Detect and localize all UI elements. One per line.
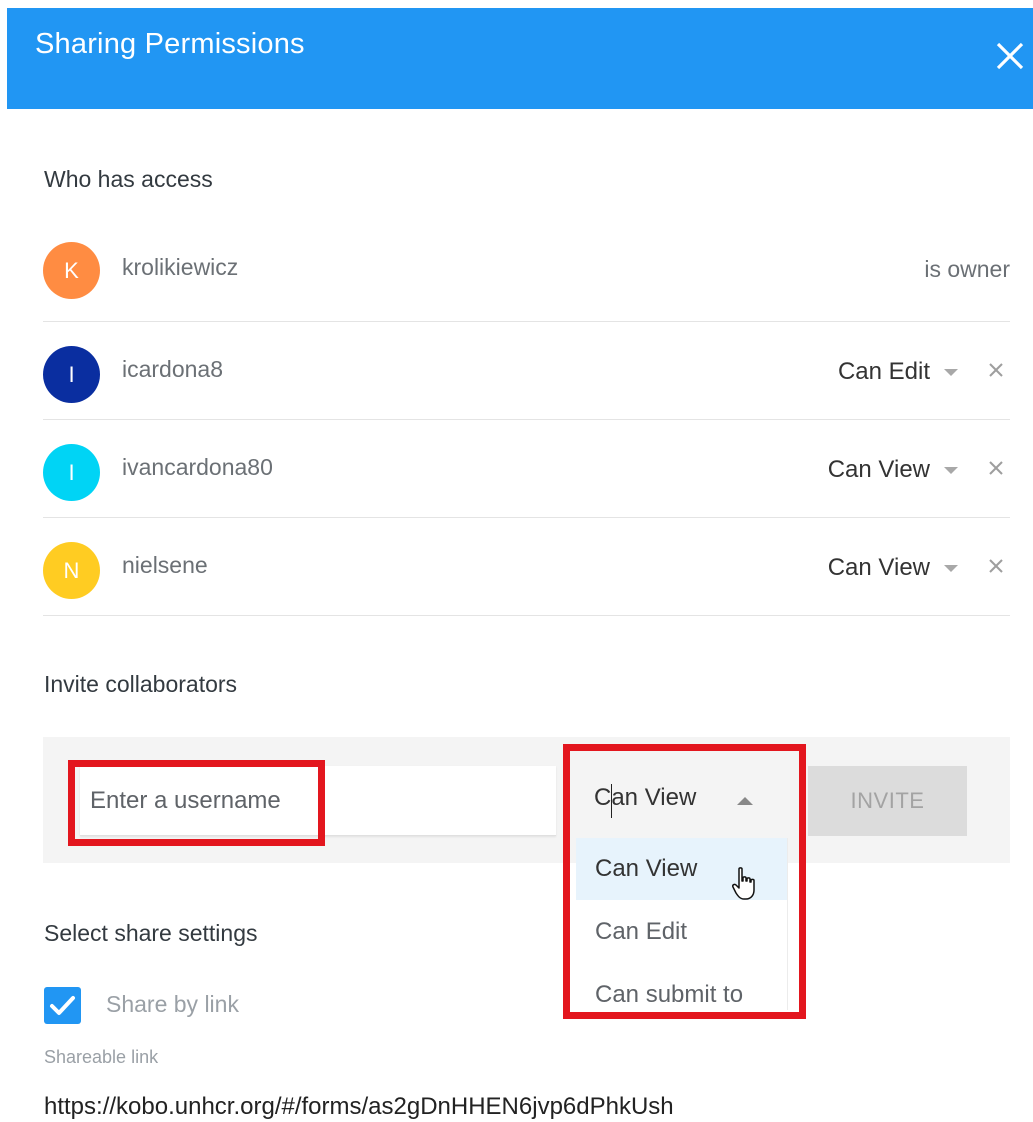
shareable-link[interactable]: https://kobo.unhcr.org/#/forms/as2gDnHHE…	[44, 1093, 674, 1121]
dialog-header: Sharing Permissions	[7, 8, 1033, 109]
avatar: K	[43, 242, 100, 299]
remove-user-button[interactable]	[988, 362, 1004, 378]
dialog-title: Sharing Permissions	[35, 28, 305, 60]
text-caret	[611, 784, 612, 818]
share-settings-heading: Select share settings	[44, 920, 258, 946]
avatar-initial: N	[63, 558, 80, 583]
chevron-down-icon	[944, 369, 958, 377]
username: ivancardona80	[122, 454, 273, 480]
user-row-ivancardona80: I ivancardona80 Can View	[43, 419, 1010, 518]
shareable-link-label: Shareable link	[44, 1047, 159, 1067]
invite-button[interactable]: INVITE	[808, 766, 967, 836]
user-row-nielsene: N nielsene Can View	[43, 517, 1010, 616]
permission-value: Can View	[827, 554, 930, 581]
username-input[interactable]	[80, 766, 556, 836]
hand-pointer-icon	[732, 867, 755, 900]
close-icon	[989, 363, 1003, 377]
permission-dropdown-menu: Can View Can Edit Can submit to	[576, 838, 788, 1010]
close-icon	[996, 42, 1024, 70]
remove-user-button[interactable]	[988, 558, 1004, 574]
share-by-link-checkbox[interactable]	[44, 987, 81, 1024]
share-by-link-label: Share by link	[106, 991, 239, 1017]
permission-select[interactable]: Can View	[828, 456, 958, 484]
user-row-krolikiewicz: K krolikiewicz is owner	[43, 223, 1010, 322]
close-icon	[989, 461, 1003, 475]
chevron-down-icon	[944, 565, 958, 573]
username: krolikiewicz	[122, 254, 239, 280]
invite-permission-select[interactable]: Can View	[594, 784, 696, 812]
username: icardona8	[122, 356, 224, 382]
remove-user-button[interactable]	[988, 460, 1004, 476]
option-can-submit-to[interactable]: Can submit to	[576, 964, 787, 1026]
who-has-access-heading: Who has access	[44, 166, 213, 192]
close-icon	[989, 559, 1003, 573]
username: nielsene	[122, 552, 208, 578]
chevron-up-icon	[737, 797, 753, 805]
user-row-icardona8: I icardona8 Can Edit	[43, 321, 1010, 420]
avatar-initial: K	[64, 258, 79, 283]
avatar-initial: I	[68, 460, 75, 485]
avatar: N	[43, 542, 100, 599]
permission-value: Can Edit	[837, 358, 930, 385]
permission-select[interactable]: Can View	[828, 554, 958, 582]
checkmark-icon	[50, 996, 75, 1015]
avatar: I	[43, 444, 100, 501]
permission-select[interactable]: Can Edit	[838, 358, 958, 386]
invite-collaborators-heading: Invite collaborators	[44, 671, 238, 697]
chevron-down-icon	[944, 467, 958, 475]
avatar: I	[43, 346, 100, 403]
avatar-initial: I	[68, 362, 75, 387]
option-can-edit[interactable]: Can Edit	[576, 901, 787, 963]
permission-value: Can View	[827, 456, 930, 483]
close-button[interactable]	[990, 34, 1030, 78]
owner-label: is owner	[924, 256, 1010, 282]
